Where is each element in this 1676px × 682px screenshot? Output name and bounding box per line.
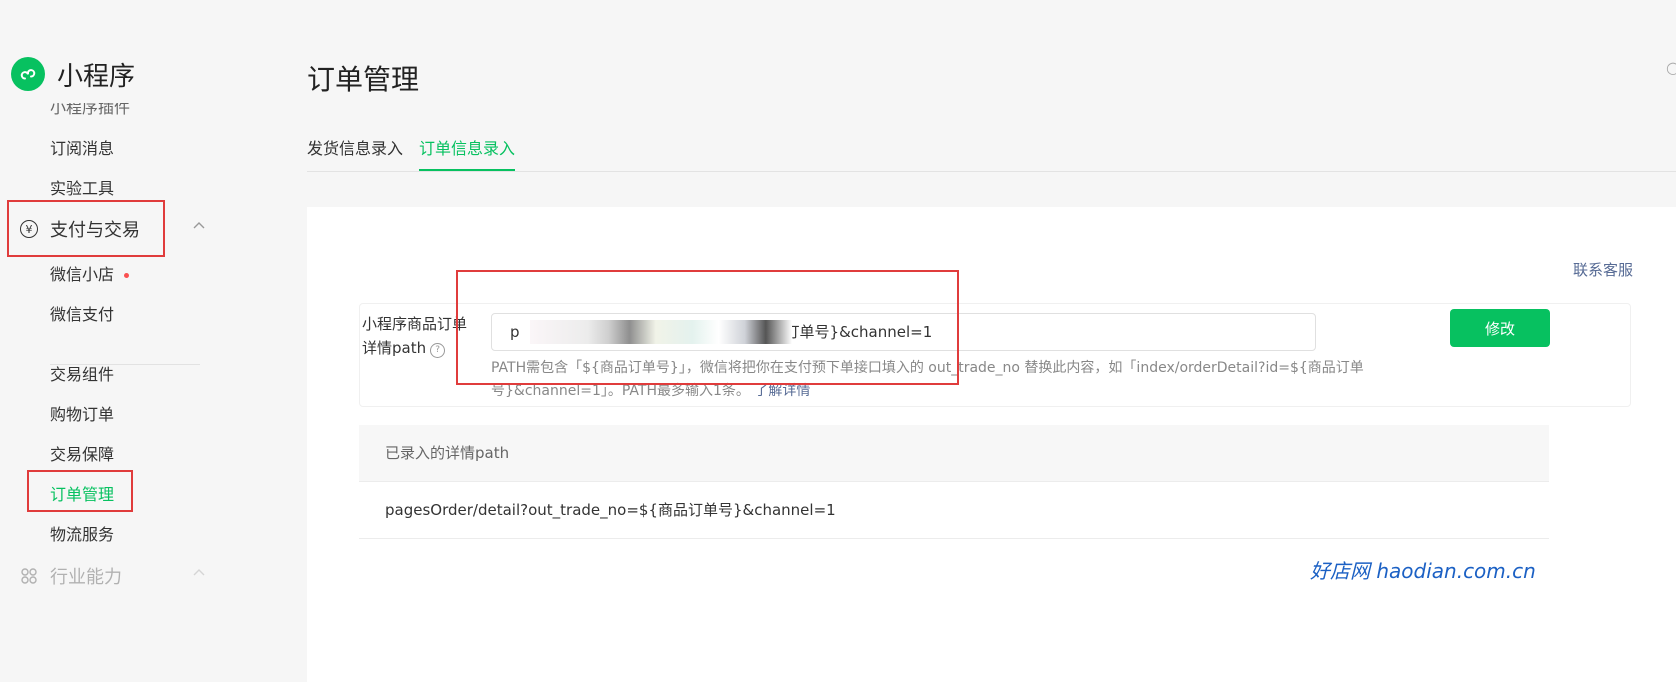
table-row: pagesOrder/detail?out_trade_no=${商品订单号}&…	[359, 482, 1549, 539]
sidebar-item-trade-guarantee[interactable]: 交易保障	[50, 441, 114, 465]
modify-button[interactable]: 修改	[1450, 309, 1550, 347]
table-header: 已录入的详情path	[359, 425, 1549, 482]
sidebar-item-shopping-orders[interactable]: 购物订单	[50, 401, 114, 425]
new-dot-icon	[124, 273, 130, 278]
help-icon[interactable]: ?	[430, 342, 446, 358]
page-title: 订单管理	[307, 63, 420, 96]
recorded-path-table: 已录入的详情path pagesOrder/detail?out_trade_n…	[359, 425, 1549, 539]
sidebar: 小程序 小程序插件 订阅消息 实验工具 ¥ 支付与交易 微信小店 微信支付 交易…	[0, 0, 250, 682]
chevron-up-icon	[193, 569, 205, 576]
sidebar-group-label: 行业能力	[50, 567, 122, 588]
sidebar-group-industry[interactable]: 行业能力	[20, 563, 205, 589]
brand[interactable]: 小程序	[11, 57, 136, 92]
tab-order-info[interactable]: 订单信息录入	[419, 135, 516, 171]
contact-support-link[interactable]: 联系客服	[1573, 259, 1633, 280]
mini-program-logo-icon	[11, 57, 45, 91]
highlight-box-order-management	[27, 470, 133, 512]
brand-title: 小程序	[57, 61, 136, 92]
sidebar-item-logistics[interactable]: 物流服务	[50, 521, 114, 545]
sidebar-item-wechat-shop[interactable]: 微信小店	[50, 261, 130, 285]
sidebar-item-lab-tools[interactable]: 实验工具	[50, 175, 114, 199]
sidebar-item-trade-component[interactable]: 交易组件	[50, 361, 114, 385]
chevron-up-icon	[193, 222, 205, 229]
main-panel: 联系客服 小程序商品订单详情path? p 订单号}&channel=1 PATH…	[307, 207, 1676, 682]
learn-more-link[interactable]: 了解详情	[754, 383, 810, 399]
highlight-box-path-input	[456, 270, 959, 385]
sidebar-item-subscribe[interactable]: 订阅消息	[50, 135, 114, 159]
tab-bar: 发货信息录入 订单信息录入	[307, 135, 1676, 172]
watermark: 好店网 haodian.com.cn	[1310, 559, 1536, 583]
search-icon[interactable]: ○	[1666, 58, 1676, 77]
highlight-box-payment	[7, 200, 165, 257]
sidebar-item-wechat-pay[interactable]: 微信支付	[50, 301, 114, 325]
industry-icon	[21, 568, 37, 584]
tab-shipping-info[interactable]: 发货信息录入	[307, 135, 403, 159]
sidebar-item-plugin[interactable]: 小程序插件	[50, 103, 130, 117]
